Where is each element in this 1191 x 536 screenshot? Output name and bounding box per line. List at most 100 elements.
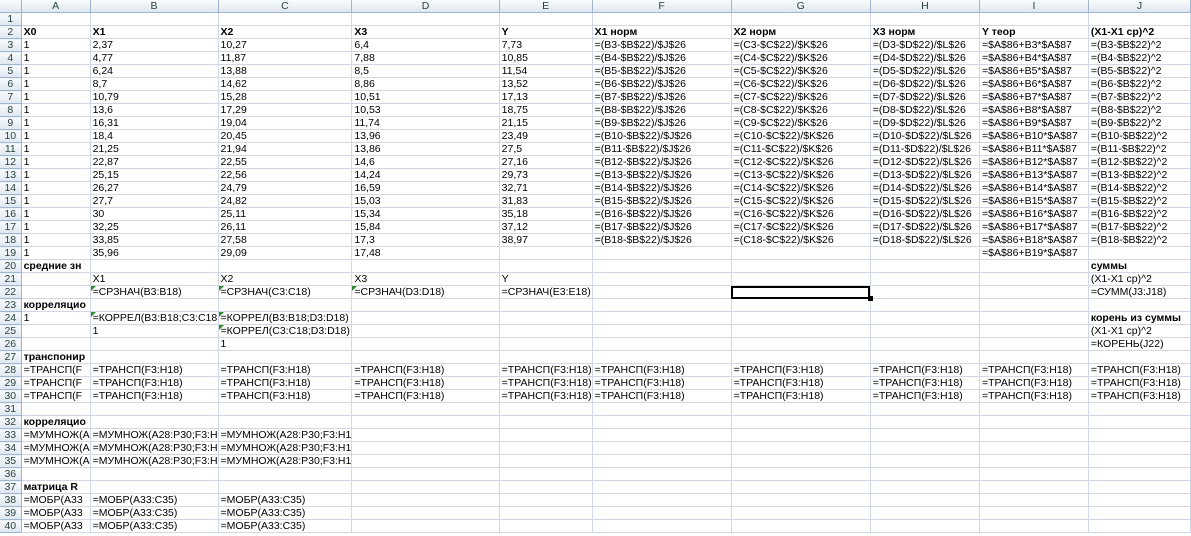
cell-E16[interactable]: 35,18 xyxy=(499,207,593,221)
cell-I30[interactable]: =ТРАНСП(F3:H18) xyxy=(979,389,1089,403)
cell-A33[interactable]: =МУМНОЖ(A xyxy=(21,428,91,442)
cell-A35[interactable]: =МУМНОЖ(A xyxy=(21,454,91,468)
cell-J20[interactable]: суммы xyxy=(1088,259,1191,273)
cell-D19[interactable]: 17,48 xyxy=(351,246,500,260)
cell-D7[interactable]: 10,51 xyxy=(351,90,500,104)
cell-B40[interactable]: =МОБР(A33:C35) xyxy=(90,519,219,533)
cell-H32[interactable] xyxy=(870,415,980,429)
row-header-18[interactable]: 18 xyxy=(0,233,22,247)
cell-F8[interactable]: =(B8-$B$22)/$J$26 xyxy=(592,103,732,117)
cell-I27[interactable] xyxy=(979,350,1089,364)
cell-C36[interactable] xyxy=(218,467,353,481)
cell-G12[interactable]: =(C12-$C$22)/$K$26 xyxy=(731,155,871,169)
cell-D21[interactable]: X3 xyxy=(351,272,500,286)
cell-J1[interactable] xyxy=(1088,12,1191,26)
cell-F38[interactable] xyxy=(592,493,732,507)
row-header-15[interactable]: 15 xyxy=(0,194,22,208)
cell-D25[interactable] xyxy=(351,324,500,338)
row-header-19[interactable]: 19 xyxy=(0,246,22,260)
cell-I25[interactable] xyxy=(979,324,1089,338)
cell-B13[interactable]: 25,15 xyxy=(90,168,219,182)
cell-J9[interactable]: =(B9-$B$22)^2 xyxy=(1088,116,1191,130)
row-header-40[interactable]: 40 xyxy=(0,519,22,533)
cell-G7[interactable]: =(C7-$C$22)/$K$26 xyxy=(731,90,871,104)
cell-J28[interactable]: =ТРАНСП(F3:H18) xyxy=(1088,363,1191,377)
cell-I6[interactable]: =$A$86+B6*$A$87 xyxy=(979,77,1089,91)
column-header-A[interactable]: A xyxy=(21,0,91,13)
cell-G15[interactable]: =(C15-$C$22)/$K$26 xyxy=(731,194,871,208)
cell-E20[interactable] xyxy=(499,259,593,273)
cell-F24[interactable] xyxy=(592,311,732,325)
cell-E36[interactable] xyxy=(499,467,593,481)
cell-E25[interactable] xyxy=(499,324,593,338)
cell-J27[interactable] xyxy=(1088,350,1191,364)
cell-C20[interactable] xyxy=(218,259,353,273)
cell-F28[interactable]: =ТРАНСП(F3:H18) xyxy=(592,363,732,377)
row-header-2[interactable]: 2 xyxy=(0,25,22,39)
cell-J16[interactable]: =(B16-$B$22)^2 xyxy=(1088,207,1191,221)
row-header-1[interactable]: 1 xyxy=(0,12,22,26)
cell-G32[interactable] xyxy=(731,415,871,429)
cell-D35[interactable] xyxy=(351,454,500,468)
cell-J15[interactable]: =(B15-$B$22)^2 xyxy=(1088,194,1191,208)
cell-A14[interactable]: 1 xyxy=(21,181,91,195)
cell-C34[interactable]: =МУМНОЖ(A28:P30;F3:H1 xyxy=(218,441,353,455)
cell-A18[interactable]: 1 xyxy=(21,233,91,247)
cell-D28[interactable]: =ТРАНСП(F3:H18) xyxy=(351,363,500,377)
cell-G14[interactable]: =(C14-$C$22)/$K$26 xyxy=(731,181,871,195)
cell-F23[interactable] xyxy=(592,298,732,312)
row-header-12[interactable]: 12 xyxy=(0,155,22,169)
cell-J21[interactable]: (X1-X1 ср)^2 xyxy=(1088,272,1191,286)
cell-A1[interactable] xyxy=(21,12,91,26)
row-header-7[interactable]: 7 xyxy=(0,90,22,104)
cell-G29[interactable]: =ТРАНСП(F3:H18) xyxy=(731,376,871,390)
cell-H22[interactable] xyxy=(870,285,980,299)
cell-J26[interactable]: =КОРЕНЬ(J22) xyxy=(1088,337,1191,351)
cell-A19[interactable]: 1 xyxy=(21,246,91,260)
cell-D3[interactable]: 6,4 xyxy=(351,38,500,52)
cell-J7[interactable]: =(B7-$B$22)^2 xyxy=(1088,90,1191,104)
cell-C12[interactable]: 22,55 xyxy=(218,155,353,169)
cell-E7[interactable]: 17,13 xyxy=(499,90,593,104)
cell-C3[interactable]: 10,27 xyxy=(218,38,353,52)
cell-H4[interactable]: =(D4-$D$22)/$L$26 xyxy=(870,51,980,65)
cell-H1[interactable] xyxy=(870,12,980,26)
cell-J25[interactable]: (X1-X1 ср)^2 xyxy=(1088,324,1191,338)
cell-C37[interactable] xyxy=(218,480,353,494)
cell-G23[interactable] xyxy=(731,298,871,312)
cell-H28[interactable]: =ТРАНСП(F3:H18) xyxy=(870,363,980,377)
cell-D39[interactable] xyxy=(351,506,500,520)
cell-B14[interactable]: 26,27 xyxy=(90,181,219,195)
cell-B34[interactable]: =МУМНОЖ(A28:P30;F3:H xyxy=(90,441,219,455)
cell-A34[interactable]: =МУМНОЖ(A xyxy=(21,441,91,455)
cell-J34[interactable] xyxy=(1088,441,1191,455)
cell-C30[interactable]: =ТРАНСП(F3:H18) xyxy=(218,389,353,403)
cell-I39[interactable] xyxy=(979,506,1089,520)
row-header-21[interactable]: 21 xyxy=(0,272,22,286)
cell-D6[interactable]: 8,86 xyxy=(351,77,500,91)
cell-A10[interactable]: 1 xyxy=(21,129,91,143)
row-header-35[interactable]: 35 xyxy=(0,454,22,468)
cell-B2[interactable]: X1 xyxy=(90,25,219,39)
cell-D8[interactable]: 10,53 xyxy=(351,103,500,117)
cell-G5[interactable]: =(C5-$C$22)/$K$26 xyxy=(731,64,871,78)
cell-I32[interactable] xyxy=(979,415,1089,429)
row-header-22[interactable]: 22 xyxy=(0,285,22,299)
cell-A7[interactable]: 1 xyxy=(21,90,91,104)
column-header-B[interactable]: B xyxy=(90,0,219,13)
cell-G16[interactable]: =(C16-$C$22)/$K$26 xyxy=(731,207,871,221)
cell-C7[interactable]: 15,28 xyxy=(218,90,353,104)
cell-H9[interactable]: =(D9-$D$22)/$L$26 xyxy=(870,116,980,130)
cell-C13[interactable]: 22,56 xyxy=(218,168,353,182)
cell-C11[interactable]: 21,94 xyxy=(218,142,353,156)
cell-H15[interactable]: =(D15-$D$22)/$L$26 xyxy=(870,194,980,208)
cell-G10[interactable]: =(C10-$C$22)/$K$26 xyxy=(731,129,871,143)
cell-G24[interactable] xyxy=(731,311,871,325)
cell-C32[interactable] xyxy=(218,415,353,429)
cell-H14[interactable]: =(D14-$D$22)/$L$26 xyxy=(870,181,980,195)
cell-B23[interactable] xyxy=(90,298,219,312)
cell-J2[interactable]: (X1-X1 ср)^2 xyxy=(1088,25,1191,39)
cell-F31[interactable] xyxy=(592,402,732,416)
cell-B5[interactable]: 6,24 xyxy=(90,64,219,78)
cell-F30[interactable]: =ТРАНСП(F3:H18) xyxy=(592,389,732,403)
